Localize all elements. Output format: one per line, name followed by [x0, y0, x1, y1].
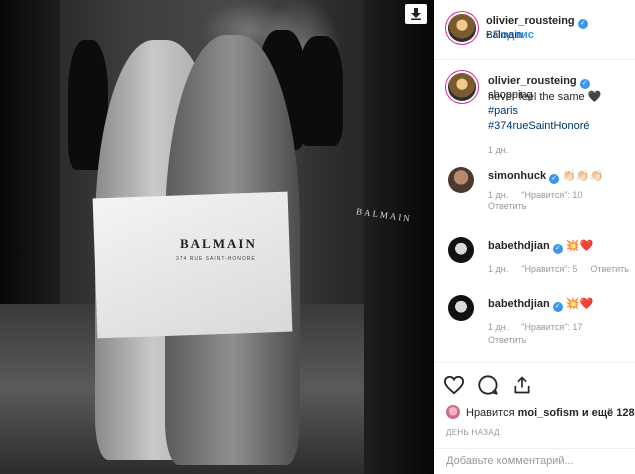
- download-icon: [411, 8, 421, 20]
- comment-username[interactable]: babethdjian: [488, 240, 550, 252]
- comment-meta: 1 дн. "Нравится": 5 Ответить: [488, 263, 629, 275]
- bag-logo-text: BALMAIN: [180, 236, 257, 251]
- comment-meta: 1 дн. "Нравится": 10: [488, 189, 582, 201]
- avatar[interactable]: [446, 405, 460, 419]
- verified-icon: ✓: [552, 244, 563, 254]
- comment-time[interactable]: 1 дн.: [488, 190, 508, 200]
- likes-others[interactable]: и ещё 128: [582, 407, 635, 419]
- verified-icon: ✓: [549, 174, 560, 184]
- hashtag-link[interactable]: #374rueSaintHonoré: [488, 120, 590, 132]
- image-region: [92, 191, 293, 339]
- comment-likes[interactable]: "Нравится": 17: [521, 322, 582, 332]
- avatar[interactable]: [448, 14, 476, 42]
- reply-button[interactable]: Ответить: [488, 335, 526, 345]
- comment-icon: [478, 375, 498, 395]
- add-comment-bar: [434, 448, 635, 474]
- header-username[interactable]: olivier_rousteing: [486, 15, 575, 27]
- avatar[interactable]: [448, 237, 474, 263]
- share-button[interactable]: [510, 373, 534, 397]
- comment-meta: 1 дн. "Нравится": 17: [488, 321, 582, 333]
- post-header: olivier_rousteing ✓ • Подпис Balmain: [434, 0, 635, 60]
- comment-line: simonhuck ✓ 👏🏻👏🏻👏🏻: [488, 169, 603, 184]
- verified-icon: ✓: [552, 302, 563, 312]
- caption-time[interactable]: 1 дн.: [488, 145, 508, 155]
- share-icon: [514, 376, 530, 394]
- comment-time[interactable]: 1 дн.: [488, 264, 508, 274]
- reply-button[interactable]: Ответить: [488, 201, 526, 211]
- likes-prefix: Нравится: [466, 407, 515, 419]
- reply-button[interactable]: Ответить: [590, 264, 628, 274]
- comment-input[interactable]: [446, 455, 626, 467]
- avatar[interactable]: [448, 295, 474, 321]
- image-region: [364, 0, 434, 474]
- caption-text-line2: never feel the same 🖤: [488, 91, 602, 103]
- hashtag-link[interactable]: #paris: [488, 105, 518, 117]
- avatar[interactable]: [448, 73, 476, 101]
- comment-text: 👏🏻👏🏻👏🏻: [562, 170, 604, 182]
- verified-icon: ✓: [579, 79, 590, 89]
- post-date[interactable]: ДЕНЬ НАЗАД: [446, 428, 500, 437]
- comment-likes[interactable]: "Нравится": 10: [521, 190, 582, 200]
- comment-line: babethdjian ✓ 💥❤️: [488, 239, 593, 254]
- location-link[interactable]: Balmain: [486, 30, 522, 41]
- comment-time[interactable]: 1 дн.: [488, 322, 508, 332]
- comments-list[interactable]: olivier_rousteing ✓ shopping never feel t…: [434, 61, 635, 361]
- image-region: [298, 36, 343, 146]
- comment-text: 💥❤️: [565, 298, 594, 310]
- caption-username[interactable]: olivier_rousteing: [488, 75, 577, 87]
- comment-username[interactable]: simonhuck: [488, 170, 546, 182]
- comment-text: 💥❤️: [565, 240, 594, 252]
- download-button[interactable]: [405, 4, 427, 24]
- comment-line: babethdjian ✓ 💥❤️: [488, 297, 593, 312]
- verified-icon: ✓: [577, 19, 588, 29]
- heart-icon: [443, 375, 465, 395]
- likes-summary: Нравится moi_sofism и ещё 128: [446, 405, 635, 419]
- comment-username[interactable]: babethdjian: [488, 298, 550, 310]
- post-side-panel: olivier_rousteing ✓ • Подпис Balmain oliv…: [434, 0, 635, 474]
- likes-user[interactable]: moi_sofism: [518, 407, 579, 419]
- avatar[interactable]: [448, 167, 474, 193]
- bag-address-text: 374 RUE SAINT-HONORÉ: [176, 256, 256, 262]
- like-button[interactable]: [442, 373, 466, 397]
- comment-likes[interactable]: "Нравится": 5: [521, 264, 577, 274]
- post-image[interactable]: BALMAIN 374 RUE SAINT-HONORÉ BALMAIN: [0, 0, 434, 474]
- comment-button[interactable]: [476, 373, 500, 397]
